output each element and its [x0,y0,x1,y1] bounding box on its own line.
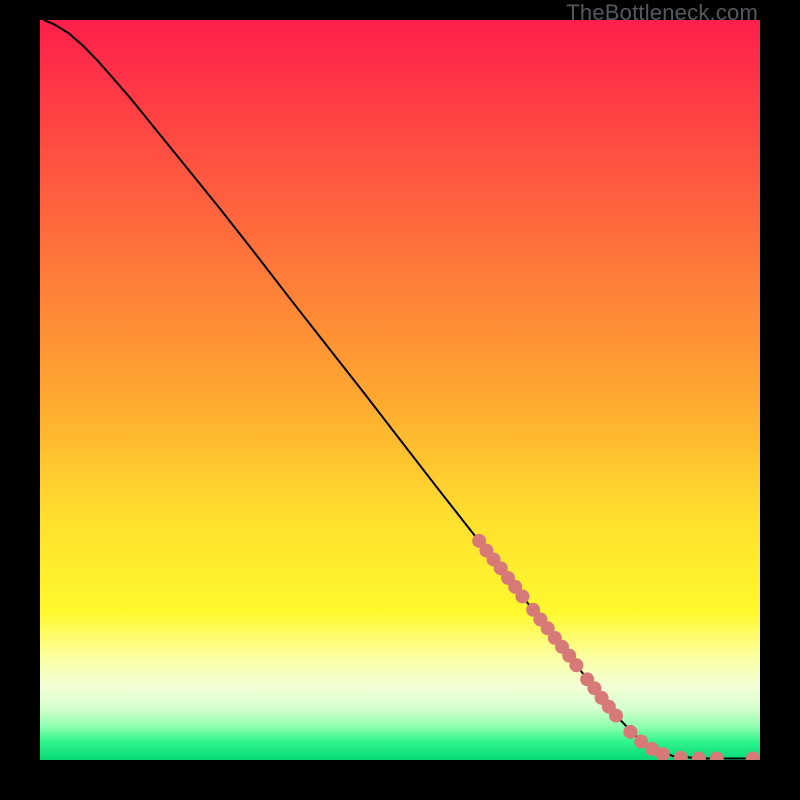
markers-group [472,534,760,760]
marker-point [674,751,688,760]
marker-point [710,752,724,760]
marker-point [746,752,760,760]
plot-area [40,20,760,760]
marker-point [623,725,637,739]
curve-line [44,20,757,759]
plot-svg [40,20,760,760]
chart-stage: TheBottleneck.com [0,0,800,800]
marker-point [515,589,529,603]
marker-point [569,658,583,672]
marker-point [609,709,623,723]
marker-point [692,752,706,760]
